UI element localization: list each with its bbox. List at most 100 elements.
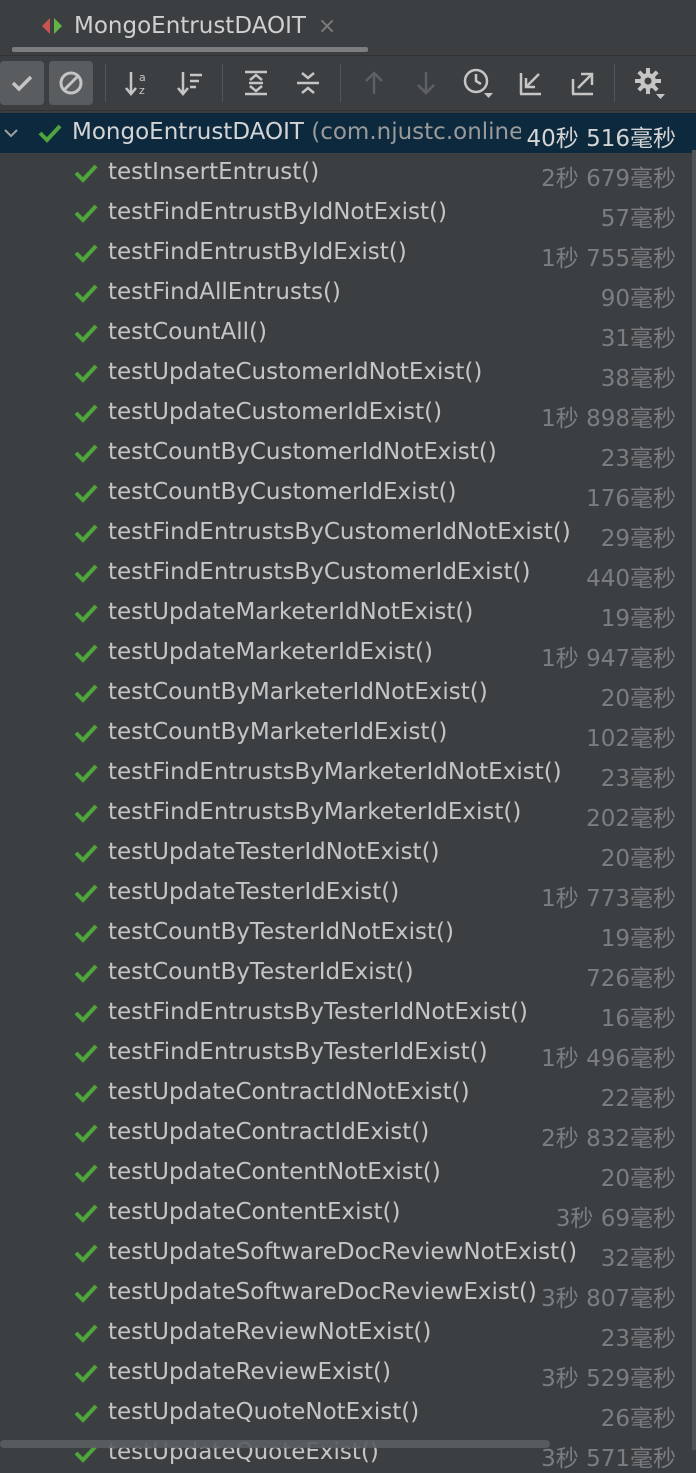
- check-icon: [74, 1162, 98, 1188]
- test-duration: 3秒 571毫秒: [541, 1446, 676, 1472]
- check-icon: [74, 882, 98, 908]
- test-row[interactable]: testUpdateCustomerIdNotExist() 38毫秒: [0, 353, 696, 393]
- test-duration: 23毫秒: [600, 1326, 676, 1352]
- test-duration: 57毫秒: [600, 206, 676, 232]
- test-row[interactable]: testUpdateReviewExist() 3秒 529毫秒: [0, 1353, 696, 1393]
- test-name: testCountByMarketerIdNotExist(): [108, 679, 488, 705]
- test-duration: 90毫秒: [600, 286, 676, 312]
- test-duration: 16毫秒: [600, 1006, 676, 1032]
- test-duration: 440毫秒: [586, 566, 676, 592]
- test-row[interactable]: testFindEntrustsByCustomerIdNotExist() 29…: [0, 513, 696, 553]
- sort-duration-icon[interactable]: [168, 61, 212, 105]
- test-row[interactable]: testInsertEntrust() 2秒 679毫秒: [0, 153, 696, 193]
- test-row[interactable]: testUpdateQuoteNotExist() 26毫秒: [0, 1393, 696, 1433]
- test-name: testUpdateReviewNotExist(): [108, 1319, 432, 1345]
- test-name: testUpdateContractIdExist(): [108, 1119, 430, 1145]
- svg-text:a: a: [139, 71, 146, 84]
- test-row[interactable]: testCountByCustomerIdNotExist() 23毫秒: [0, 433, 696, 473]
- test-row[interactable]: testFindEntrustsByTesterIdExist() 1秒 496毫…: [0, 1033, 696, 1073]
- test-row[interactable]: testFindEntrustsByCustomerIdExist() 440毫秒: [0, 553, 696, 593]
- test-name: testFindEntrustsByMarketerIdExist(): [108, 799, 522, 825]
- check-icon: [74, 282, 98, 308]
- test-name: testUpdateContentExist(): [108, 1199, 401, 1225]
- test-duration: 1秒 773毫秒: [541, 886, 676, 912]
- test-duration: 26毫秒: [600, 1406, 676, 1432]
- test-suite-name: MongoEntrustDAOIT: [72, 119, 304, 145]
- test-suite-row[interactable]: MongoEntrustDAOIT (com.njustc.onlinel 40…: [0, 113, 696, 153]
- vertical-scrollbar[interactable]: [692, 150, 696, 1450]
- test-row[interactable]: testUpdateContractIdNotExist() 22毫秒: [0, 1073, 696, 1113]
- test-row[interactable]: testCountByTesterIdExist() 726毫秒: [0, 953, 696, 993]
- horizontal-scrollbar[interactable]: [0, 1440, 550, 1448]
- settings-gear-icon[interactable]: [628, 61, 672, 105]
- test-row[interactable]: testCountByTesterIdNotExist() 19毫秒: [0, 913, 696, 953]
- test-row[interactable]: testUpdateTesterIdNotExist() 20毫秒: [0, 833, 696, 873]
- test-row[interactable]: testFindEntrustsByMarketerIdNotExist() 23…: [0, 753, 696, 793]
- import-tests-icon[interactable]: [508, 61, 552, 105]
- test-row[interactable]: testCountByMarketerIdNotExist() 20毫秒: [0, 673, 696, 713]
- test-duration: 38毫秒: [600, 366, 676, 392]
- test-row[interactable]: testFindAllEntrusts() 90毫秒: [0, 273, 696, 313]
- check-icon: [74, 722, 98, 748]
- check-icon: [74, 1002, 98, 1028]
- test-name: testCountByTesterIdExist(): [108, 959, 414, 985]
- previous-failed-icon[interactable]: [352, 61, 396, 105]
- test-name: testUpdateSoftwareDocReviewExist(): [108, 1279, 537, 1305]
- test-row[interactable]: testCountByCustomerIdExist() 176毫秒: [0, 473, 696, 513]
- collapse-all-icon[interactable]: [286, 61, 330, 105]
- toolbar-separator: [614, 64, 615, 102]
- test-row[interactable]: testFindEntrustByIdExist() 1秒 755毫秒: [0, 233, 696, 273]
- test-row[interactable]: testUpdateMarketerIdNotExist() 19毫秒: [0, 593, 696, 633]
- test-name: testUpdateContentNotExist(): [108, 1159, 441, 1185]
- check-icon: [74, 482, 98, 508]
- check-icon: [74, 1402, 98, 1428]
- next-failed-icon[interactable]: [404, 61, 448, 105]
- expand-all-icon[interactable]: [234, 61, 278, 105]
- test-row[interactable]: testUpdateContentNotExist() 20毫秒: [0, 1153, 696, 1193]
- test-name: testFindAllEntrusts(): [108, 279, 341, 305]
- test-row[interactable]: testCountAll() 31毫秒: [0, 313, 696, 353]
- test-row[interactable]: testCountByMarketerIdExist() 102毫秒: [0, 713, 696, 753]
- check-icon: [74, 682, 98, 708]
- tab-mongo-entrust-daoit[interactable]: MongoEntrustDAOIT ×: [28, 0, 368, 52]
- test-row[interactable]: testUpdateContractIdExist() 2秒 832毫秒: [0, 1113, 696, 1153]
- check-icon: [74, 642, 98, 668]
- sort-alpha-icon[interactable]: a z: [116, 61, 160, 105]
- active-tab-indicator: [12, 47, 368, 52]
- chevron-down-icon[interactable]: [2, 124, 20, 146]
- test-row[interactable]: testFindEntrustsByTesterIdNotExist() 16毫秒: [0, 993, 696, 1033]
- test-row[interactable]: testUpdateMarketerIdExist() 1秒 947毫秒: [0, 633, 696, 673]
- check-icon: [74, 1042, 98, 1068]
- tab-bar: MongoEntrustDAOIT ×: [0, 0, 696, 56]
- test-row[interactable]: testUpdateSoftwareDocReviewNotExist() 32毫…: [0, 1233, 696, 1273]
- test-name: testFindEntrustsByCustomerIdExist(): [108, 559, 531, 585]
- check-icon: [74, 442, 98, 468]
- test-duration: 23毫秒: [600, 446, 676, 472]
- test-duration: 32毫秒: [600, 1246, 676, 1272]
- test-name: testUpdateCustomerIdNotExist(): [108, 359, 483, 385]
- export-tests-icon[interactable]: [560, 61, 604, 105]
- test-duration: 2秒 679毫秒: [541, 166, 676, 192]
- test-suite-duration: 40秒 516毫秒: [520, 119, 676, 153]
- check-icon: [74, 802, 98, 828]
- show-passed-icon[interactable]: [0, 61, 44, 105]
- test-history-icon[interactable]: [456, 61, 500, 105]
- check-icon: [74, 242, 98, 268]
- close-icon[interactable]: ×: [318, 14, 336, 39]
- test-duration: 202毫秒: [586, 806, 676, 832]
- test-row[interactable]: testUpdateContentExist() 3秒 69毫秒: [0, 1193, 696, 1233]
- test-name: testCountByCustomerIdExist(): [108, 479, 457, 505]
- test-duration: 726毫秒: [586, 966, 676, 992]
- test-row[interactable]: testUpdateQuoteExist() 3秒 571毫秒: [0, 1433, 696, 1473]
- test-row[interactable]: testUpdateCustomerIdExist() 1秒 898毫秒: [0, 393, 696, 433]
- test-name: testFindEntrustByIdNotExist(): [108, 199, 448, 225]
- test-name: testUpdateQuoteNotExist(): [108, 1399, 420, 1425]
- check-icon: [74, 162, 98, 188]
- show-ignored-icon[interactable]: [49, 61, 93, 105]
- test-row[interactable]: testUpdateTesterIdExist() 1秒 773毫秒: [0, 873, 696, 913]
- test-row[interactable]: testFindEntrustsByMarketerIdExist() 202毫秒: [0, 793, 696, 833]
- test-row[interactable]: testUpdateSoftwareDocReviewExist() 3秒 807…: [0, 1273, 696, 1313]
- test-row[interactable]: testFindEntrustByIdNotExist() 57毫秒: [0, 193, 696, 233]
- test-row[interactable]: testUpdateReviewNotExist() 23毫秒: [0, 1313, 696, 1353]
- test-duration: 102毫秒: [586, 726, 676, 752]
